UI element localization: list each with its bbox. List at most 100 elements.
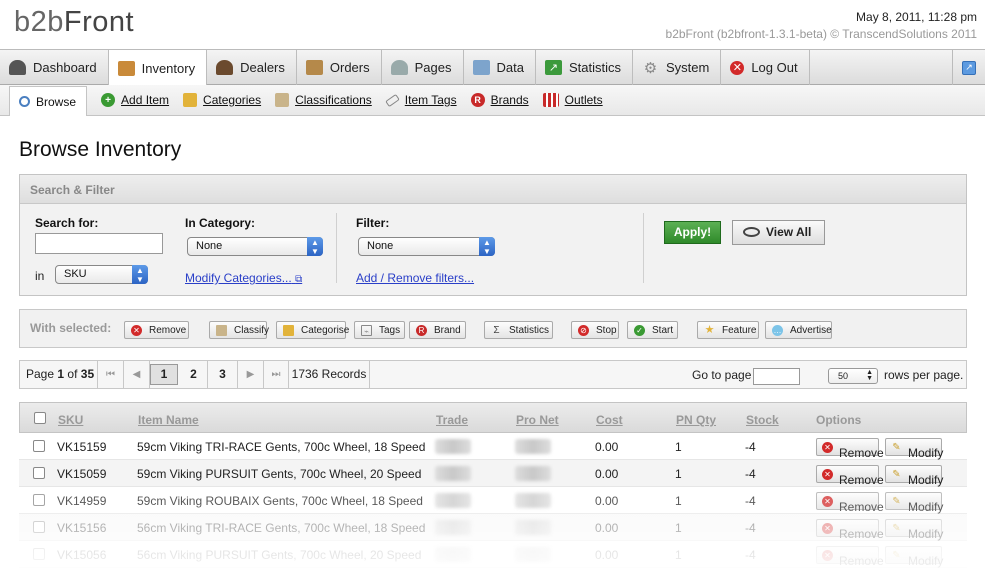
orders-icon bbox=[305, 60, 323, 75]
cell-pn-qty: 1 bbox=[675, 548, 682, 562]
bulk-tags-button[interactable]: ⌁ Tags bbox=[354, 321, 405, 339]
row-modify-button[interactable]: ✎ Modify bbox=[885, 546, 943, 568]
cell-stock: -4 bbox=[745, 494, 756, 508]
cell-sku: VK15059 bbox=[57, 467, 107, 481]
book-icon bbox=[283, 325, 294, 336]
eye-icon bbox=[743, 227, 760, 237]
cell-item-name[interactable]: 59cm Viking ROUBAIX Gents, 700c Wheel, 1… bbox=[137, 494, 423, 508]
row-checkbox[interactable] bbox=[33, 494, 45, 506]
cell-pro-net-redacted bbox=[515, 547, 551, 562]
row-remove-button[interactable]: ✕ Remove bbox=[816, 438, 884, 460]
table-row: VK15056 56cm Viking PURSUIT Gents, 700c W… bbox=[19, 541, 967, 568]
remove-x-icon: ✕ bbox=[822, 469, 833, 480]
cell-item-name[interactable]: 56cm Viking TRI-RACE Gents, 700c Wheel, … bbox=[137, 521, 425, 535]
page-3-button[interactable]: 3 bbox=[208, 361, 238, 388]
search-field-select[interactable]: SKU ▲ ▼ bbox=[55, 265, 148, 284]
col-sku[interactable]: SKU bbox=[58, 413, 83, 427]
bulk-statistics-button[interactable]: Σ Statistics bbox=[484, 321, 553, 339]
search-filter-panel: Search & Filter Search for: in SKU ▲ ▼ In … bbox=[19, 174, 967, 296]
cell-trade-redacted bbox=[435, 466, 471, 481]
select-arrows-icon: ▲ ▼ bbox=[132, 265, 148, 284]
bulk-remove-button[interactable]: ✕ Remove bbox=[124, 321, 189, 339]
row-checkbox[interactable] bbox=[33, 467, 45, 479]
cell-stock: -4 bbox=[745, 467, 756, 481]
rows-per-page-label: rows per page. bbox=[884, 368, 964, 382]
subtab-categories[interactable]: Categories bbox=[183, 93, 261, 107]
tab-data[interactable]: Data bbox=[464, 50, 536, 85]
remove-x-icon: ✕ bbox=[131, 325, 142, 336]
tab-dashboard[interactable]: Dashboard bbox=[0, 50, 109, 85]
col-pro-net[interactable]: Pro Net bbox=[516, 413, 559, 427]
subtab-outlets[interactable]: Outlets bbox=[542, 93, 603, 107]
remove-x-icon: ✕ bbox=[822, 496, 833, 507]
row-checkbox[interactable] bbox=[33, 521, 45, 533]
filter-select[interactable]: None ▲ ▼ bbox=[358, 237, 495, 256]
popout-button[interactable]: ↗ bbox=[952, 50, 985, 85]
apply-button[interactable]: Apply! bbox=[664, 221, 721, 244]
row-remove-button[interactable]: ✕ Remove bbox=[816, 492, 884, 514]
inventory-box-icon bbox=[117, 60, 135, 76]
col-pn-qty[interactable]: PN Qty bbox=[676, 413, 716, 427]
row-modify-button[interactable]: ✎ Modify bbox=[885, 519, 943, 541]
cell-sku: VK15056 bbox=[57, 548, 107, 562]
subtab-add-item[interactable]: + Add Item bbox=[101, 93, 169, 107]
row-remove-button[interactable]: ✕ Remove bbox=[816, 519, 884, 541]
row-remove-button[interactable]: ✕ Remove bbox=[816, 465, 884, 487]
goto-page-input[interactable] bbox=[753, 368, 800, 385]
subtab-browse[interactable]: Browse bbox=[9, 86, 88, 116]
last-page-icon[interactable]: ⏭ bbox=[264, 361, 289, 388]
prev-page-icon[interactable]: ◀ bbox=[124, 361, 150, 388]
cell-item-name[interactable]: 59cm Viking TRI-RACE Gents, 700c Wheel, … bbox=[137, 440, 425, 454]
rows-per-page-select[interactable]: 50 ▲ ▼ bbox=[828, 368, 878, 384]
bulk-classify-button[interactable]: Classify bbox=[209, 321, 269, 339]
tab-dealers[interactable]: Dealers bbox=[207, 50, 297, 85]
category-select[interactable]: None ▲ ▼ bbox=[187, 237, 323, 256]
select-all-checkbox[interactable] bbox=[34, 412, 46, 424]
cell-sku: VK14959 bbox=[57, 494, 107, 508]
tab-logout[interactable]: ✕ Log Out bbox=[721, 50, 810, 85]
bulk-advertise-button[interactable]: … Advertise bbox=[765, 321, 832, 339]
tab-system[interactable]: ⚙ System bbox=[633, 50, 722, 85]
pencil-icon: ✎ bbox=[892, 523, 901, 534]
cell-cost: 0.00 bbox=[595, 494, 619, 508]
add-remove-filters-link[interactable]: Add / Remove filters... bbox=[356, 271, 474, 285]
next-page-icon[interactable]: ▶ bbox=[238, 361, 264, 388]
with-selected-label: With selected: bbox=[30, 321, 112, 335]
remove-x-icon: ✕ bbox=[822, 442, 833, 453]
tab-orders[interactable]: Orders bbox=[297, 50, 382, 85]
col-stock[interactable]: Stock bbox=[746, 413, 779, 427]
tab-pages[interactable]: Pages bbox=[382, 50, 464, 85]
col-trade[interactable]: Trade bbox=[436, 413, 468, 427]
row-checkbox[interactable] bbox=[33, 548, 45, 560]
tab-inventory[interactable]: Inventory bbox=[108, 50, 208, 86]
search-input[interactable] bbox=[35, 233, 163, 254]
row-remove-button[interactable]: ✕ Remove bbox=[816, 546, 884, 568]
cell-item-name[interactable]: 59cm Viking PURSUIT Gents, 700c Wheel, 2… bbox=[137, 467, 421, 481]
modify-categories-link[interactable]: Modify Categories... ⧉ bbox=[185, 271, 302, 285]
row-checkbox[interactable] bbox=[33, 440, 45, 452]
page-1-button[interactable]: 1 bbox=[150, 364, 178, 385]
add-plus-icon: + bbox=[101, 93, 116, 107]
row-modify-button[interactable]: ✎ Modify bbox=[885, 438, 943, 460]
first-page-icon[interactable]: ⏮ bbox=[98, 361, 124, 388]
row-modify-button[interactable]: ✎ Modify bbox=[885, 465, 943, 487]
col-item-name[interactable]: Item Name bbox=[138, 413, 199, 427]
cell-item-name[interactable]: 56cm Viking PURSUIT Gents, 700c Wheel, 2… bbox=[137, 548, 421, 562]
subtab-classifications[interactable]: Classifications bbox=[275, 93, 372, 107]
subtab-item-tags[interactable]: Item Tags bbox=[384, 93, 457, 107]
view-all-button[interactable]: View All bbox=[732, 220, 825, 245]
subtab-brands[interactable]: R Brands bbox=[470, 93, 529, 107]
main-navigation: Dashboard Inventory Dealers Orders Pages… bbox=[0, 49, 985, 86]
page-2-button[interactable]: 2 bbox=[180, 361, 208, 388]
col-cost[interactable]: Cost bbox=[596, 413, 623, 427]
bulk-start-button[interactable]: ✓ Start bbox=[627, 321, 678, 339]
tab-statistics[interactable]: ↗ Statistics bbox=[536, 50, 633, 85]
bulk-categorise-button[interactable]: Categorise bbox=[276, 321, 349, 339]
bulk-brand-button[interactable]: R Brand bbox=[409, 321, 466, 339]
header-info: May 8, 2011, 11:28 pm b2bFront (b2bfront… bbox=[666, 10, 977, 41]
cell-pn-qty: 1 bbox=[675, 467, 682, 481]
bulk-feature-button[interactable]: ★ Feature bbox=[697, 321, 759, 339]
sub-navigation: Browse + Add Item Categories Classificati… bbox=[0, 85, 985, 116]
row-modify-button[interactable]: ✎ Modify bbox=[885, 492, 943, 514]
bulk-stop-button[interactable]: ⊘ Stop bbox=[571, 321, 619, 339]
